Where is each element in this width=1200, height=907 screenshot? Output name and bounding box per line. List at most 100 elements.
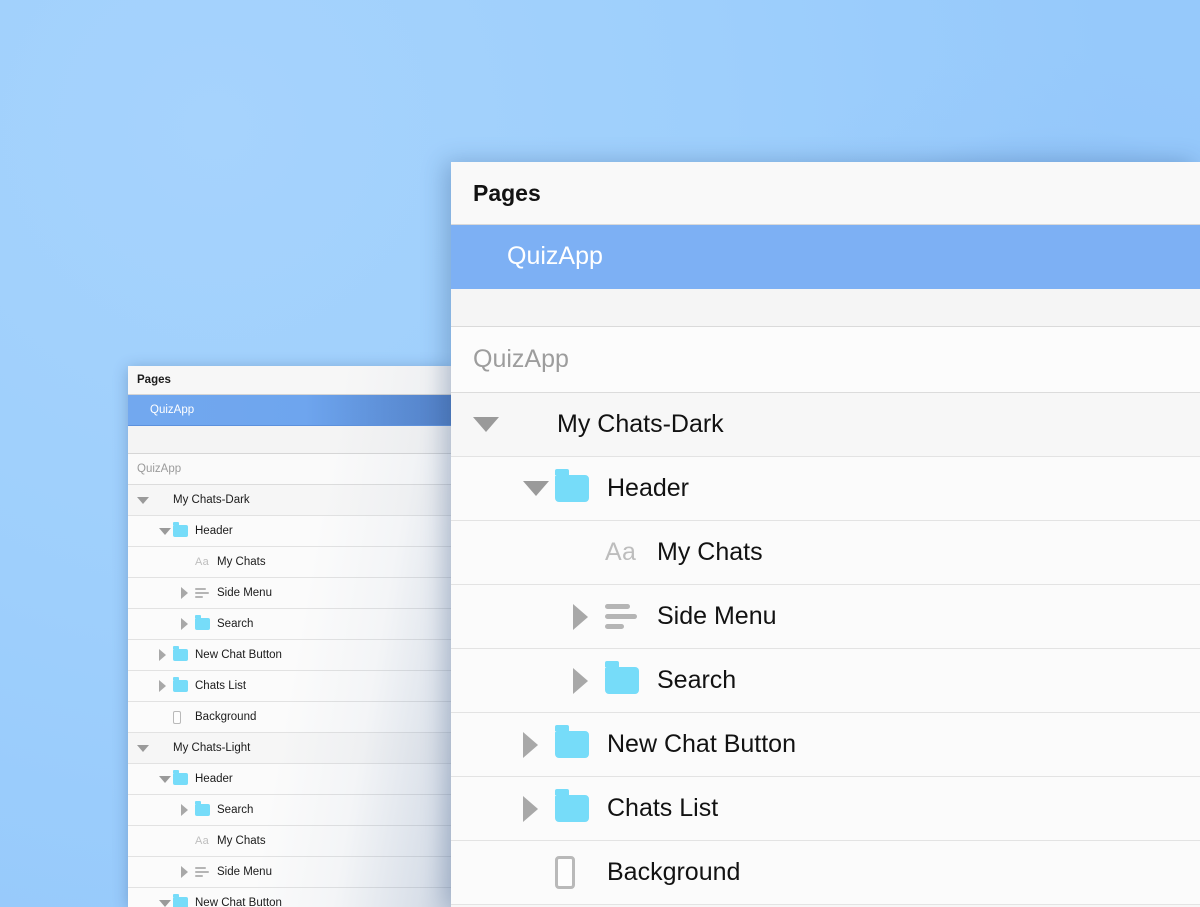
- side-menu-icon: [605, 604, 637, 629]
- disclosure-triangle-closed-icon[interactable]: [159, 680, 166, 692]
- layer-row-content: Search: [128, 801, 451, 816]
- page-item-quizapp-zoomed[interactable]: QuizApp: [451, 225, 1200, 289]
- layer-row[interactable]: My Chats-Dark: [451, 393, 1200, 457]
- layer-row-content: Header: [128, 522, 451, 537]
- disclosure-triangle-open-icon[interactable]: [159, 775, 171, 783]
- side-menu-icon: [195, 588, 209, 598]
- disclosure-slot[interactable]: [159, 775, 173, 783]
- layer-row-content: New Chat Button: [451, 725, 1200, 759]
- layer-row-content: Chats List: [128, 677, 451, 692]
- layer-row[interactable]: Header: [451, 457, 1200, 521]
- layer-icon-slot: [555, 469, 599, 502]
- disclosure-slot[interactable]: [181, 804, 195, 816]
- layer-row[interactable]: Side Menu: [451, 585, 1200, 649]
- disclosure-triangle-open-icon[interactable]: [137, 496, 149, 504]
- disclosure-slot[interactable]: [159, 680, 173, 692]
- disclosure-triangle-closed-icon[interactable]: [181, 866, 188, 878]
- document-name-label-zoomed: QuizApp: [473, 345, 569, 373]
- page-item-quizapp[interactable]: QuizApp: [128, 395, 451, 426]
- layer-row[interactable]: My Chats-Dark: [128, 485, 451, 516]
- disclosure-triangle-closed-icon[interactable]: [181, 587, 188, 599]
- folder-icon: [195, 801, 210, 816]
- pages-layers-panel-zoomed: Pages QuizApp QuizApp My Chats-Dark Heade…: [451, 162, 1200, 907]
- folder-icon: [173, 677, 188, 692]
- layer-row[interactable]: Aa My Chats: [128, 547, 451, 578]
- folder-icon: [605, 661, 639, 694]
- text-layer-icon: Aa: [605, 538, 637, 566]
- layer-label: Chats List: [607, 794, 719, 822]
- disclosure-triangle-closed-icon[interactable]: [523, 731, 538, 758]
- layer-icon-slot: [195, 615, 214, 630]
- layer-row[interactable]: Aa My Chats: [128, 826, 451, 857]
- layer-row[interactable]: Header: [128, 516, 451, 547]
- text-layer-icon: Aa: [195, 555, 210, 568]
- layer-row[interactable]: Header: [128, 764, 451, 795]
- layer-row[interactable]: New Chat Button: [451, 713, 1200, 777]
- folder-icon: [555, 469, 589, 502]
- artboard-shape-icon: [555, 856, 575, 889]
- layer-row-content: Background: [451, 856, 1200, 889]
- layer-icon-slot: Aa: [195, 555, 214, 568]
- layer-icon-slot: [195, 867, 214, 877]
- layer-row[interactable]: New Chat Button: [128, 640, 451, 671]
- layer-row[interactable]: Search: [128, 795, 451, 826]
- layer-row[interactable]: Chats List: [451, 777, 1200, 841]
- disclosure-slot[interactable]: [159, 527, 173, 535]
- disclosure-triangle-closed-icon[interactable]: [573, 603, 588, 630]
- disclosure-triangle-closed-icon[interactable]: [181, 618, 188, 630]
- layer-row[interactable]: Search: [128, 609, 451, 640]
- layer-row[interactable]: Aa My Chats: [451, 521, 1200, 585]
- layer-label: My Chats-Dark: [557, 410, 724, 438]
- disclosure-triangle-open-icon[interactable]: [523, 481, 549, 496]
- layer-label: Header: [195, 525, 233, 537]
- layer-row-content: Background: [128, 710, 451, 724]
- disclosure-slot[interactable]: [181, 587, 195, 599]
- disclosure-slot[interactable]: [523, 795, 555, 822]
- disclosure-triangle-closed-icon[interactable]: [181, 804, 188, 816]
- folder-icon: [195, 615, 210, 630]
- disclosure-triangle-closed-icon[interactable]: [159, 649, 166, 661]
- disclosure-slot[interactable]: [523, 481, 555, 496]
- layer-row[interactable]: Background: [128, 702, 451, 733]
- layer-row[interactable]: New Chat Button: [128, 888, 451, 907]
- disclosure-slot[interactable]: [137, 744, 151, 752]
- folder-icon: [173, 522, 188, 537]
- disclosure-slot[interactable]: [137, 496, 151, 504]
- folder-icon: [555, 725, 589, 758]
- layer-icon-slot: Aa: [195, 835, 214, 847]
- page-item-label: QuizApp: [150, 404, 195, 416]
- disclosure-triangle-closed-icon[interactable]: [523, 795, 538, 822]
- disclosure-triangle-open-icon[interactable]: [473, 417, 499, 432]
- disclosure-triangle-open-icon[interactable]: [159, 527, 171, 535]
- layer-row[interactable]: Side Menu: [128, 578, 451, 609]
- layer-label: Background: [607, 858, 741, 886]
- disclosure-slot[interactable]: [573, 667, 605, 694]
- document-name-row-zoomed[interactable]: QuizApp: [451, 327, 1200, 393]
- disclosure-slot[interactable]: [181, 618, 195, 630]
- disclosure-triangle-open-icon[interactable]: [159, 899, 171, 907]
- layer-icon-slot: [605, 661, 649, 694]
- layer-row[interactable]: Chats List: [128, 671, 451, 702]
- layer-label: Search: [217, 804, 254, 816]
- layer-row[interactable]: Side Menu: [128, 857, 451, 888]
- disclosure-slot[interactable]: [159, 899, 173, 907]
- disclosure-slot[interactable]: [573, 603, 605, 630]
- layer-row[interactable]: Search: [451, 649, 1200, 713]
- folder-icon: [173, 770, 188, 785]
- layer-row[interactable]: My Chats-Light: [128, 733, 451, 764]
- disclosure-slot[interactable]: [159, 649, 173, 661]
- disclosure-triangle-closed-icon[interactable]: [573, 667, 588, 694]
- layer-icon-slot: [173, 770, 192, 785]
- disclosure-triangle-open-icon[interactable]: [137, 744, 149, 752]
- document-name-row[interactable]: QuizApp: [128, 454, 451, 485]
- disclosure-slot[interactable]: [523, 731, 555, 758]
- pages-header-title: Pages: [137, 374, 171, 386]
- layer-label: Search: [657, 666, 737, 694]
- layer-icon-slot: [555, 789, 599, 822]
- layer-row[interactable]: Background: [451, 841, 1200, 905]
- panel-divider-area: [128, 426, 451, 454]
- disclosure-slot[interactable]: [181, 866, 195, 878]
- layer-label: New Chat Button: [607, 730, 796, 758]
- disclosure-slot[interactable]: [473, 417, 505, 432]
- layer-label: My Chats: [217, 835, 266, 847]
